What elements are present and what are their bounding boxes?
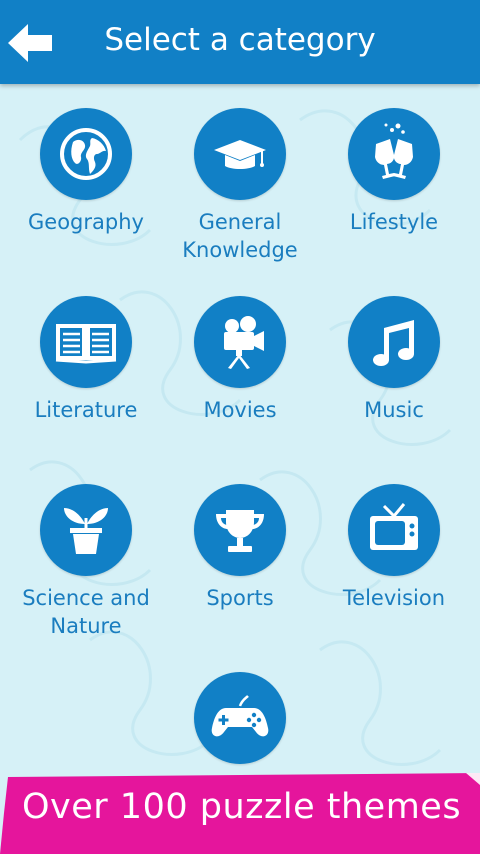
category-science-and-nature[interactable]: Science and Nature <box>11 484 161 640</box>
category-literature-circle <box>40 296 132 388</box>
category-label: Television <box>342 586 446 610</box>
category-label: Literature <box>34 398 138 422</box>
category-movies-circle <box>194 296 286 388</box>
category-geography-circle <box>40 108 132 200</box>
gamepad-icon <box>211 695 269 737</box>
movie-camera-icon <box>224 316 264 369</box>
category-sports-circle <box>194 484 286 576</box>
category-label: Music <box>364 398 424 422</box>
plant-pot-icon <box>64 508 108 554</box>
category-television[interactable]: Television <box>319 484 469 612</box>
category-label: General Knowledge <box>182 210 298 262</box>
category-literature[interactable]: Literature <box>11 296 161 424</box>
category-sports[interactable]: Sports <box>165 484 315 612</box>
category-grid: Geography General Knowledge Lifestyle Li… <box>0 0 480 854</box>
category-music-circle <box>348 296 440 388</box>
category-science-and-nature-circle <box>40 484 132 576</box>
banner-text: Over 100 puzzle themes <box>22 787 462 827</box>
promo-banner: Over 100 puzzle themes <box>0 773 480 854</box>
category-television-circle <box>348 484 440 576</box>
music-note-icon <box>373 320 414 366</box>
globe-icon <box>60 128 112 180</box>
category-games-circle <box>194 672 286 764</box>
category-music[interactable]: Music <box>319 296 469 424</box>
category-geography[interactable]: Geography <box>11 108 161 236</box>
category-movies[interactable]: Movies <box>165 296 315 424</box>
category-lifestyle[interactable]: Lifestyle <box>319 108 469 236</box>
trophy-icon <box>216 510 264 552</box>
open-book-icon <box>55 324 117 364</box>
category-label: Sports <box>206 586 274 610</box>
wine-glasses-icon <box>375 123 413 179</box>
category-general-knowledge-circle <box>194 108 286 200</box>
graduation-cap-icon <box>214 140 266 169</box>
category-label: Lifestyle <box>349 210 439 234</box>
category-label: Geography <box>28 210 144 234</box>
category-games[interactable] <box>165 672 315 764</box>
category-lifestyle-circle <box>348 108 440 200</box>
category-general-knowledge[interactable]: General Knowledge <box>165 108 315 264</box>
category-label: Science and Nature <box>22 586 150 638</box>
category-label: Movies <box>203 398 277 422</box>
television-icon <box>370 503 418 550</box>
